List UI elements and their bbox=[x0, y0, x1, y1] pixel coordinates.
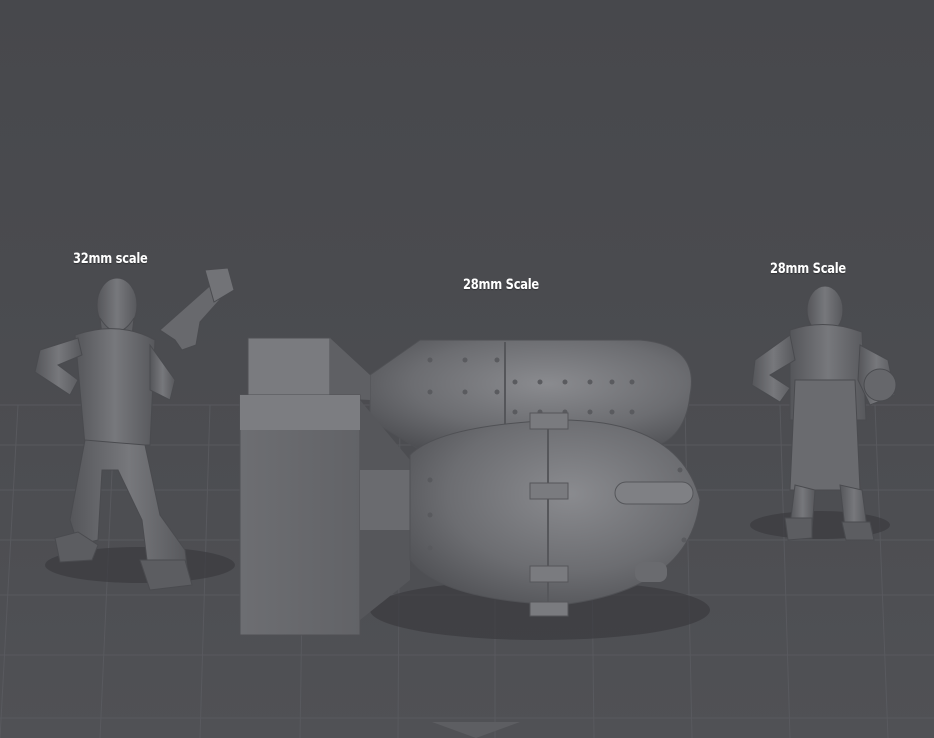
man-with-rifle-miniature bbox=[34, 267, 235, 591]
3d-viewport[interactable]: 32mm scale 28mm Scale 28mm Scale bbox=[0, 0, 934, 738]
left-figure-scale-label: 32mm scale bbox=[73, 251, 148, 267]
right-figure-scale-label: 28mm Scale bbox=[770, 261, 846, 277]
blacksmith-in-apron-miniature bbox=[751, 285, 897, 541]
center-bomb-scale-label: 28mm Scale bbox=[463, 277, 539, 293]
scene-canvas bbox=[0, 267, 934, 738]
plate-origin-marker bbox=[432, 722, 520, 738]
